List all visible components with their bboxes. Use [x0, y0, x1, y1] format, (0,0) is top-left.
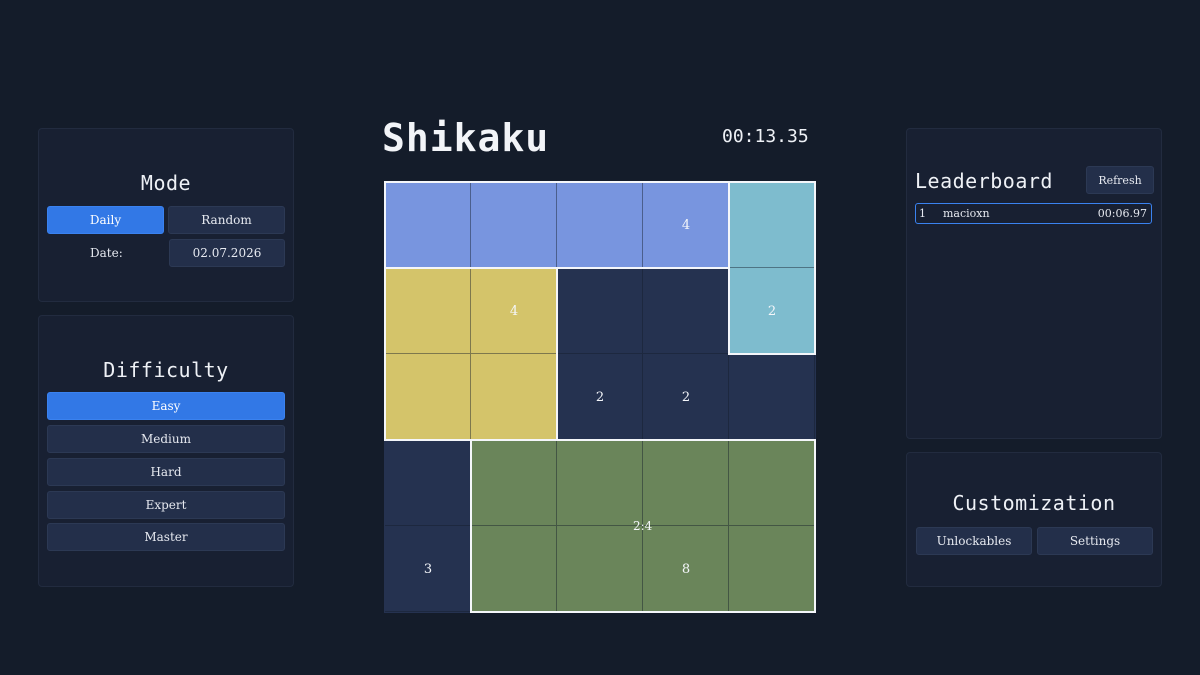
- refresh-button[interactable]: Refresh: [1086, 166, 1154, 194]
- difficulty-title: Difficulty: [103, 358, 229, 382]
- game-title: Shikaku: [382, 116, 550, 160]
- board-cell[interactable]: [729, 354, 815, 440]
- mode-panel: Mode Daily Random Date: 02.07.2026: [38, 128, 294, 302]
- board-cell[interactable]: [643, 440, 729, 526]
- board-cell[interactable]: [385, 268, 471, 354]
- random-button[interactable]: Random: [168, 206, 285, 234]
- difficulty-panel: Difficulty Easy Medium Hard Expert Maste…: [38, 315, 294, 587]
- board-cell[interactable]: [557, 182, 643, 268]
- date-label: Date:: [90, 246, 123, 260]
- clue-number: 3: [423, 561, 433, 577]
- board-cell[interactable]: [643, 268, 729, 354]
- unlockables-button[interactable]: Unlockables: [916, 527, 1032, 555]
- clue-number: 4: [681, 217, 691, 233]
- daily-button[interactable]: Daily: [47, 206, 164, 234]
- date-field[interactable]: 02.07.2026: [169, 239, 285, 267]
- leaderboard-entry: 1 macioxn 00:06.97: [915, 203, 1152, 224]
- timer: 00:13.35: [722, 126, 809, 147]
- leaderboard-rank: 1: [919, 207, 926, 220]
- clue-number: 2: [595, 389, 605, 405]
- difficulty-easy-button[interactable]: Easy: [47, 392, 285, 420]
- board-cell[interactable]: [729, 526, 815, 612]
- difficulty-expert-button[interactable]: Expert: [47, 491, 285, 519]
- customization-panel: Customization Unlockables Settings: [906, 452, 1162, 587]
- mode-title: Mode: [140, 171, 192, 195]
- board-cell[interactable]: [471, 440, 557, 526]
- board-cell[interactable]: [385, 354, 471, 440]
- clue-number: 2: [767, 303, 777, 319]
- board-cell[interactable]: [471, 354, 557, 440]
- clue-number: 4: [509, 303, 519, 319]
- board-cell[interactable]: [385, 182, 471, 268]
- difficulty-master-button[interactable]: Master: [47, 523, 285, 551]
- leaderboard-name: macioxn: [943, 207, 990, 220]
- board-cell[interactable]: [471, 526, 557, 612]
- board-cell[interactable]: [557, 440, 643, 526]
- board-cell[interactable]: [557, 268, 643, 354]
- board-cell[interactable]: [471, 182, 557, 268]
- difficulty-medium-button[interactable]: Medium: [47, 425, 285, 453]
- leaderboard-time: 00:06.97: [1097, 207, 1147, 220]
- selection-dimension-label: 2:4: [633, 519, 653, 533]
- puzzle-board[interactable]: 4 4 2 2 2 3 8 2:4: [384, 181, 816, 613]
- settings-button[interactable]: Settings: [1037, 527, 1153, 555]
- board-cell[interactable]: [729, 182, 815, 268]
- leaderboard-panel: Leaderboard Refresh: [906, 128, 1162, 439]
- clue-number: 2: [681, 389, 691, 405]
- clue-number: 8: [681, 561, 691, 577]
- difficulty-hard-button[interactable]: Hard: [47, 458, 285, 486]
- board-cell[interactable]: [729, 440, 815, 526]
- board-cell[interactable]: [557, 526, 643, 612]
- leaderboard-title: Leaderboard: [915, 169, 1053, 193]
- customization-title: Customization: [952, 491, 1116, 515]
- board-cell[interactable]: [385, 440, 471, 526]
